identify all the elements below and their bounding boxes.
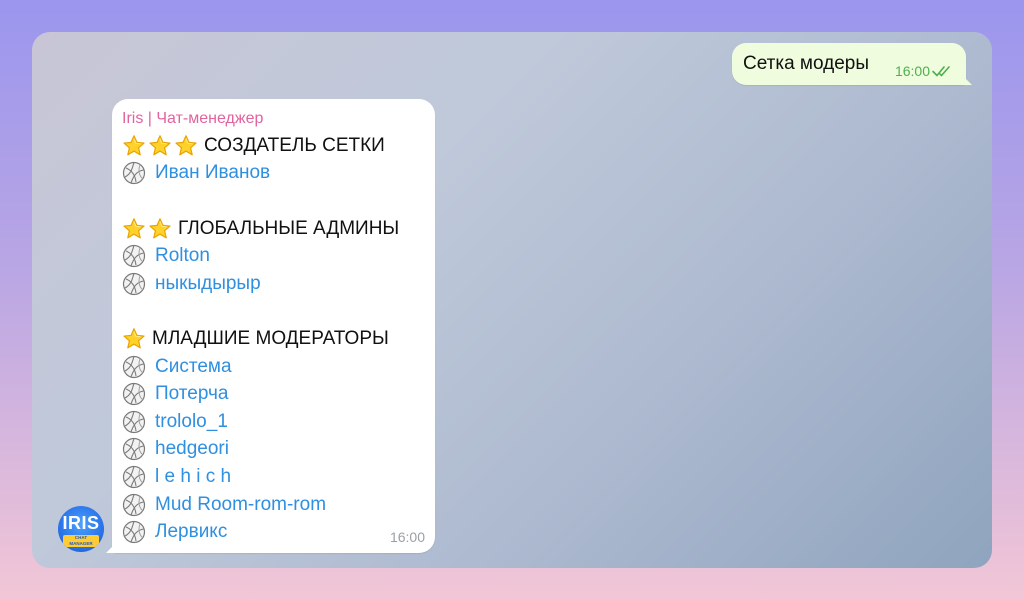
member-link[interactable]: Rolton	[155, 245, 210, 267]
member-link[interactable]: Система	[155, 356, 232, 378]
section-heading: МЛАДШИЕ МОДЕРАТОРЫ	[122, 325, 399, 353]
outgoing-message[interactable]: Сетка модеры 16:00	[732, 43, 966, 85]
member-link[interactable]: ныкыдырыр	[155, 273, 261, 295]
member-row: Система	[122, 353, 399, 381]
member-link[interactable]: Иван Иванов	[155, 162, 270, 184]
volleyball-icon	[122, 437, 146, 461]
member-row: Mud Room-rom-rom	[122, 491, 399, 519]
member-row: Rolton	[122, 242, 399, 270]
volleyball-icon	[122, 244, 146, 268]
incoming-message-time: 16:00	[389, 529, 425, 545]
volleyball-icon	[122, 272, 146, 296]
volleyball-icon	[122, 355, 146, 379]
member-link[interactable]: hedgeori	[155, 438, 229, 460]
star-icon	[122, 134, 146, 158]
section-title: ГЛОБАЛЬНЫЕ АДМИНЫ	[178, 217, 400, 239]
volleyball-icon	[122, 382, 146, 406]
outgoing-message-text: Сетка модеры	[743, 53, 870, 74]
incoming-message[interactable]: Iris | Чат-менеджер СОЗДАТЕЛЬ СЕТКИ Иван …	[112, 99, 435, 553]
star-icon	[122, 327, 146, 351]
outgoing-message-time: 16:00	[894, 63, 930, 79]
message-body: СОЗДАТЕЛЬ СЕТКИ Иван Иванов ГЛОБАЛЬНЫЕ АДМ…	[122, 132, 399, 546]
avatar-subtitle: CHAT MANAGER	[63, 535, 99, 547]
member-link[interactable]: trololo_1	[155, 411, 228, 433]
member-link[interactable]: Mud Room-rom-rom	[155, 494, 326, 516]
section-title: СОЗДАТЕЛЬ СЕТКИ	[204, 134, 385, 156]
volleyball-icon	[122, 465, 146, 489]
section-heading: ГЛОБАЛЬНЫЕ АДМИНЫ	[122, 215, 399, 243]
member-row: trololo_1	[122, 408, 399, 436]
member-row: hedgeori	[122, 436, 399, 464]
double-check-icon	[932, 66, 950, 77]
star-icon	[122, 217, 146, 241]
volleyball-icon	[122, 520, 146, 544]
member-row: l e h i c h	[122, 463, 399, 491]
member-row: Иван Иванов	[122, 160, 399, 188]
member-link[interactable]: Потерча	[155, 383, 228, 405]
sender-name[interactable]: Iris | Чат-менеджер	[122, 110, 263, 128]
member-row: Лервикс	[122, 518, 399, 546]
member-row: Потерча	[122, 380, 399, 408]
member-link[interactable]: l e h i c h	[155, 466, 231, 488]
member-row: ныкыдырыр	[122, 270, 399, 298]
star-icon	[174, 134, 198, 158]
volleyball-icon	[122, 493, 146, 517]
avatar-logo: IRIS	[62, 513, 100, 533]
volleyball-icon	[122, 161, 146, 185]
section-title: МЛАДШИЕ МОДЕРАТОРЫ	[152, 327, 389, 349]
member-link[interactable]: Лервикс	[155, 521, 227, 543]
star-icon	[148, 217, 172, 241]
outgoing-message-meta: 16:00	[895, 63, 954, 79]
volleyball-icon	[122, 410, 146, 434]
avatar[interactable]: IRIS CHAT MANAGER	[58, 506, 104, 552]
chat-window: Сетка модеры 16:00 IRIS CHAT MANAGER Iri…	[32, 32, 992, 568]
star-icon	[148, 134, 172, 158]
section-heading: СОЗДАТЕЛЬ СЕТКИ	[122, 132, 399, 160]
